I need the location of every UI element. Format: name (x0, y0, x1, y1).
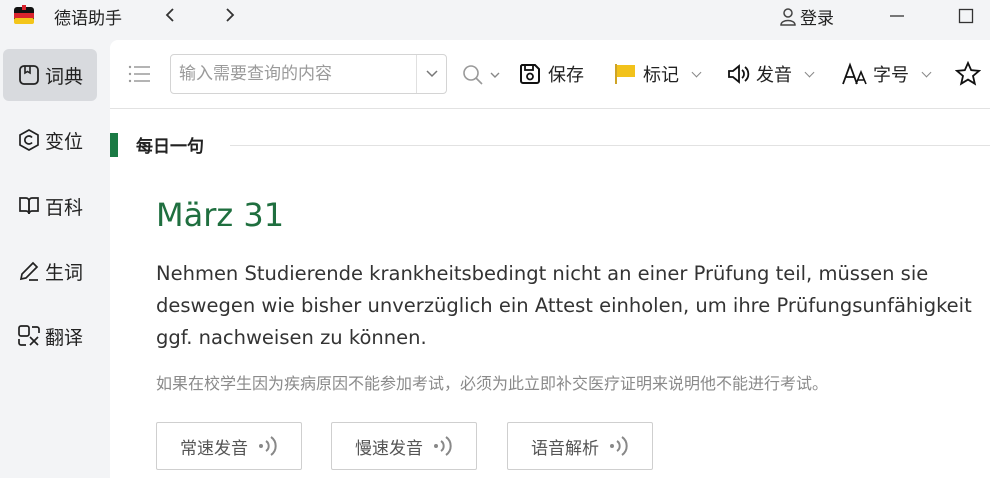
title-bar: 德语助手 登录 (0, 0, 990, 32)
chevron-down-icon[interactable] (691, 67, 702, 77)
divider (230, 145, 990, 146)
encyclopedia-icon (19, 197, 39, 215)
main-panel: 保存 标记 发音 字号 每日一句 März 31 Nehmen Studiere… (110, 40, 990, 478)
pronunciation-label: 发音 (756, 65, 792, 86)
search-icon (463, 65, 483, 85)
speaker-icon (728, 64, 750, 84)
app-logo-icon (14, 5, 34, 24)
mark-label: 标记 (643, 65, 679, 86)
back-button[interactable] (158, 2, 182, 28)
sidebar-item-label: 百科 (45, 196, 84, 219)
chevron-down-icon (490, 72, 500, 78)
sidebar-item-dictionary[interactable]: 词典 (3, 49, 97, 101)
user-icon (780, 7, 796, 26)
sidebar-item-label: 翻译 (45, 326, 84, 349)
save-button[interactable]: 保存 (518, 60, 584, 88)
conjugation-icon (19, 129, 39, 151)
minimize-button[interactable] (884, 3, 910, 29)
login-label: 登录 (800, 9, 834, 29)
pronunciation-button[interactable]: 发音 (726, 60, 815, 88)
daily-date: März 31 (156, 196, 285, 234)
audio-analysis-button[interactable]: 语音解析 (507, 422, 653, 470)
sound-wave-icon (610, 436, 628, 456)
audio-analysis-label: 语音解析 (531, 438, 599, 459)
vocabulary-icon (19, 261, 39, 281)
favorite-button[interactable] (955, 60, 981, 88)
slow-speed-label: 慢速发音 (355, 438, 423, 459)
chevron-right-icon (226, 8, 235, 22)
save-icon (520, 64, 540, 84)
star-icon (955, 61, 981, 86)
toolbar: 保存 标记 发音 字号 (110, 40, 990, 109)
mark-button[interactable]: 标记 (613, 60, 702, 88)
daily-sentence-title: 每日一句 (136, 137, 204, 157)
sound-wave-icon (434, 436, 452, 456)
sound-wave-icon (259, 436, 277, 456)
list-icon[interactable] (128, 64, 152, 84)
german-sentence: Nehmen Studierende krankheitsbedingt nic… (156, 262, 972, 349)
accent-bar (110, 133, 118, 157)
sidebar-item-label: 生词 (45, 261, 84, 284)
sidebar-item-conjugation[interactable]: 变位 (3, 114, 97, 166)
slow-speed-button[interactable]: 慢速发音 (331, 422, 477, 470)
search-button[interactable] (462, 64, 500, 86)
login-button[interactable]: 登录 (780, 4, 834, 29)
font-size-label: 字号 (873, 65, 909, 86)
maximize-button[interactable] (953, 3, 979, 29)
translate-icon (18, 325, 40, 346)
chinese-translation: 如果在校学生因为疾病原因不能参加考试，必须为此立即补交医疗证明来说明他不能进行考… (156, 374, 829, 393)
sidebar: 词典 变位 百科 生词 翻译 (0, 40, 108, 478)
sidebar-item-translate[interactable]: 翻译 (3, 310, 97, 362)
app-title: 德语助手 (54, 9, 122, 29)
font-size-icon (842, 62, 867, 85)
maximize-icon (958, 8, 974, 24)
dictionary-icon (19, 65, 39, 85)
font-size-button[interactable]: 字号 (841, 60, 932, 88)
save-label: 保存 (548, 65, 584, 86)
search-box (170, 54, 447, 94)
sidebar-item-vocabulary[interactable]: 生词 (3, 245, 97, 297)
daily-sentence-header: 每日一句 (110, 132, 990, 160)
normal-speed-button[interactable]: 常速发音 (156, 422, 302, 470)
chevron-down-icon[interactable] (804, 67, 815, 77)
sidebar-item-label: 词典 (45, 65, 84, 88)
sidebar-item-label: 变位 (45, 130, 84, 153)
chevron-down-icon[interactable] (921, 67, 932, 77)
search-history-dropdown[interactable] (416, 55, 447, 93)
chevron-down-icon (426, 70, 438, 78)
forward-button[interactable] (218, 2, 242, 28)
search-input[interactable] (171, 55, 415, 93)
sidebar-item-encyclopedia[interactable]: 百科 (3, 180, 97, 232)
flag-icon (615, 64, 635, 84)
normal-speed-label: 常速发音 (180, 438, 248, 459)
minimize-icon (890, 15, 904, 17)
chevron-left-icon (165, 8, 174, 22)
